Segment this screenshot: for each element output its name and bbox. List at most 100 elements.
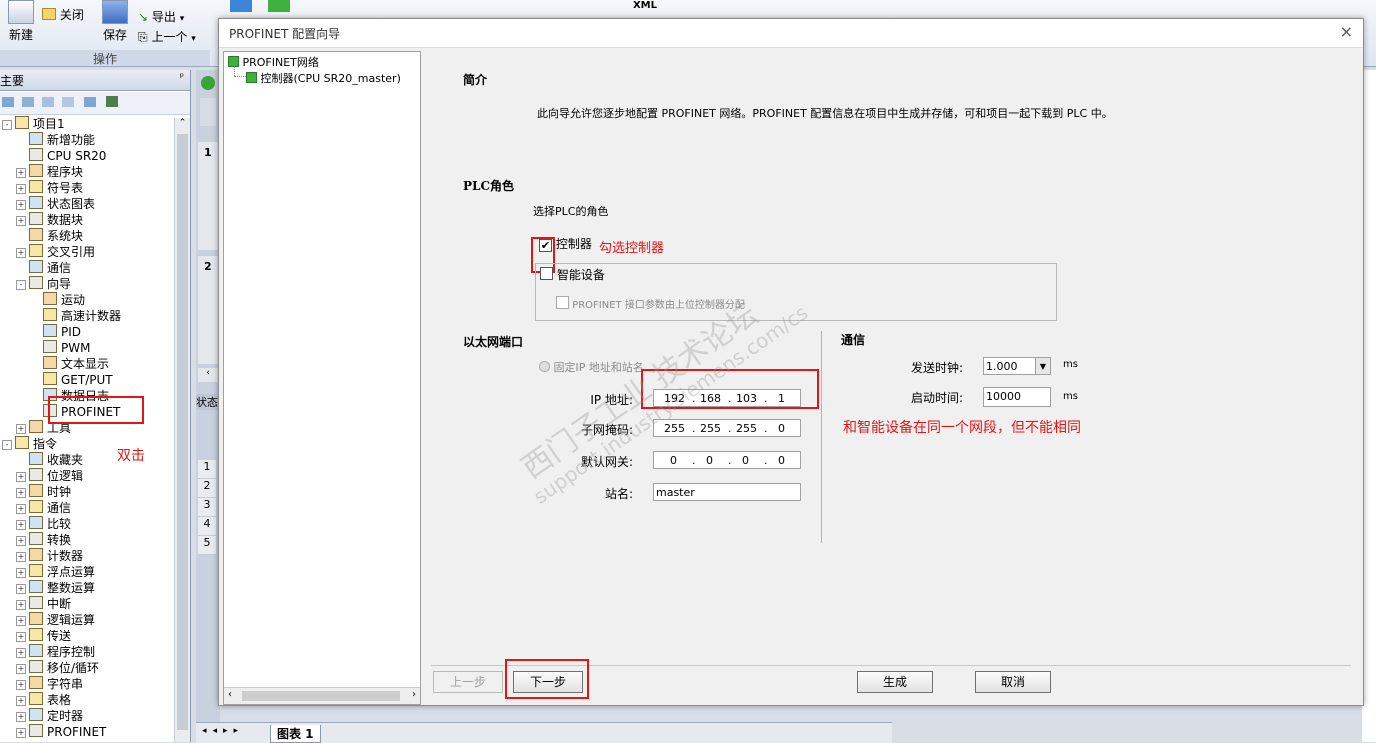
- export-button[interactable]: ↘ 导出 ▾: [138, 8, 202, 25]
- tree-item[interactable]: + 表格: [0, 692, 176, 708]
- arrow-up-icon[interactable]: [230, 0, 252, 12]
- tree-item[interactable]: CPU SR20: [0, 148, 176, 164]
- tree-item[interactable]: + 程序控制: [0, 644, 176, 660]
- monitor-icon[interactable]: [106, 96, 118, 107]
- tree-item[interactable]: 高速计数器: [0, 308, 176, 324]
- tree-item[interactable]: + 转换: [0, 532, 176, 548]
- expand-icon[interactable]: +: [16, 168, 26, 178]
- tree-item[interactable]: PWM: [0, 340, 176, 356]
- startup-time-field[interactable]: 10000: [983, 387, 1051, 407]
- window-icon[interactable]: [84, 97, 96, 107]
- page-icon[interactable]: [42, 97, 54, 107]
- startup-time-value[interactable]: 10000: [986, 390, 1021, 403]
- expand-icon[interactable]: +: [16, 216, 26, 226]
- expand-icon[interactable]: +: [16, 184, 26, 194]
- subnet-octet-2[interactable]: 255: [700, 420, 721, 438]
- previous-button[interactable]: ⎘ 上一个 ▾: [138, 28, 210, 45]
- tree-item[interactable]: PID: [0, 324, 176, 340]
- tree-item[interactable]: 运动: [0, 292, 176, 308]
- dialog-close-button[interactable]: ×: [1340, 22, 1353, 41]
- subnet-mask-field[interactable]: 255 . 255 . 255 . 0: [653, 419, 801, 437]
- expand-icon[interactable]: +: [16, 584, 26, 594]
- subnet-octet-1[interactable]: 255: [664, 420, 685, 438]
- tree-item-controller[interactable]: 控制器(CPU SR20_master): [246, 70, 401, 86]
- tree-item[interactable]: 系统块: [0, 228, 176, 244]
- xml-button[interactable]: XML: [630, 0, 660, 16]
- expand-icon[interactable]: +: [16, 696, 26, 706]
- tree-item[interactable]: 收藏夹: [0, 452, 176, 468]
- tree-scrollbar[interactable]: ⌃: [174, 118, 190, 742]
- tree-item[interactable]: + 逻辑运算: [0, 612, 176, 628]
- arrow-down-icon[interactable]: [268, 0, 290, 12]
- generate-button[interactable]: 生成: [857, 671, 933, 693]
- expand-icon[interactable]: +: [16, 472, 26, 482]
- tree-hscrollbar[interactable]: ‹ ›: [224, 687, 420, 704]
- prev-button[interactable]: 上一步: [433, 671, 503, 693]
- expand-icon[interactable]: +: [16, 248, 26, 258]
- scrollbar-thumb[interactable]: [177, 134, 188, 730]
- subnet-octet-3[interactable]: 255: [736, 420, 757, 438]
- tree-item[interactable]: + 中断: [0, 596, 176, 612]
- document-icon[interactable]: [62, 97, 74, 107]
- status-chart-tab[interactable]: 状态: [196, 394, 220, 410]
- tree-item[interactable]: + 移位/循环: [0, 660, 176, 676]
- view-icon[interactable]: [2, 97, 14, 107]
- gateway-octet-1[interactable]: 0: [670, 452, 677, 470]
- scroll-left-icon[interactable]: ‹: [198, 368, 218, 382]
- scroll-up-icon[interactable]: ⌃: [175, 118, 190, 132]
- tree-item[interactable]: - 项目1: [0, 116, 176, 132]
- tree-item[interactable]: 文本显示: [0, 356, 176, 372]
- tree-item[interactable]: + 字符串: [0, 676, 176, 692]
- tree-item[interactable]: GET/PUT: [0, 372, 176, 388]
- subnet-octet-4[interactable]: 0: [778, 420, 785, 438]
- expand-icon[interactable]: +: [16, 552, 26, 562]
- tree-item[interactable]: 通信: [0, 260, 176, 276]
- table-icon[interactable]: [22, 97, 34, 107]
- gateway-octet-3[interactable]: 0: [742, 452, 749, 470]
- tree-item[interactable]: + 整数运算: [0, 580, 176, 596]
- expand-icon[interactable]: +: [16, 568, 26, 578]
- tree-item[interactable]: - 向导: [0, 276, 176, 292]
- tree-item[interactable]: + PROFINET: [0, 724, 176, 740]
- expand-icon[interactable]: +: [16, 728, 26, 738]
- expand-icon[interactable]: +: [16, 712, 26, 722]
- tree-item[interactable]: + 程序块: [0, 164, 176, 180]
- scroll-left-icon[interactable]: ‹: [228, 689, 232, 700]
- scrollbar-thumb[interactable]: [242, 691, 400, 701]
- smart-device-option[interactable]: 智能设备: [540, 266, 605, 283]
- tree-item[interactable]: + 比较: [0, 516, 176, 532]
- expand-icon[interactable]: +: [16, 616, 26, 626]
- tree-item[interactable]: + 传送: [0, 628, 176, 644]
- run-icon[interactable]: [201, 76, 215, 90]
- expand-icon[interactable]: +: [16, 664, 26, 674]
- expand-icon[interactable]: +: [16, 504, 26, 514]
- station-name-field[interactable]: master: [653, 483, 801, 501]
- tree-item[interactable]: + 状态图表: [0, 196, 176, 212]
- expand-icon[interactable]: +: [16, 424, 26, 434]
- expand-icon[interactable]: +: [16, 632, 26, 642]
- expand-icon[interactable]: +: [16, 488, 26, 498]
- expand-icon[interactable]: +: [16, 536, 26, 546]
- tree-item[interactable]: + 浮点运算: [0, 564, 176, 580]
- sheet-nav-arrows-icon[interactable]: ◂◂▸▸: [202, 726, 244, 736]
- tree-item[interactable]: + 时钟: [0, 484, 176, 500]
- sheet-tab-chart-1[interactable]: 图表 1: [270, 725, 321, 743]
- send-clock-select[interactable]: 1.000 ▼: [983, 357, 1051, 375]
- chevron-down-icon[interactable]: ▼: [1035, 358, 1050, 374]
- gateway-octet-4[interactable]: 0: [778, 452, 785, 470]
- collapse-icon[interactable]: -: [2, 120, 12, 130]
- tree-item[interactable]: 新增功能: [0, 132, 176, 148]
- gateway-octet-2[interactable]: 0: [706, 452, 713, 470]
- expand-icon[interactable]: +: [16, 200, 26, 210]
- gateway-field[interactable]: 0 . 0 . 0 . 0: [653, 451, 801, 469]
- station-name-value[interactable]: master: [656, 486, 695, 499]
- tree-item[interactable]: + 数据块: [0, 212, 176, 228]
- tree-item[interactable]: - 指令: [0, 436, 176, 452]
- cancel-button[interactable]: 取消: [975, 671, 1051, 693]
- tree-item[interactable]: + 符号表: [0, 180, 176, 196]
- expand-icon[interactable]: +: [16, 680, 26, 690]
- new-button[interactable]: 新建: [4, 0, 38, 43]
- tree-item[interactable]: + 交叉引用: [0, 244, 176, 260]
- smart-device-checkbox[interactable]: [540, 267, 553, 280]
- expand-icon[interactable]: +: [16, 600, 26, 610]
